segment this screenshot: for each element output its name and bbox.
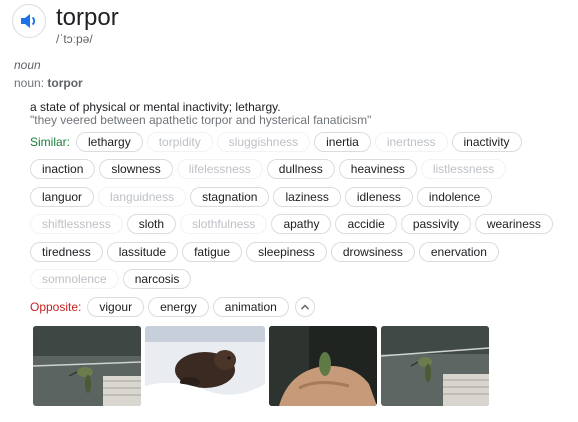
synonym-chip[interactable]: laziness [273, 186, 341, 207]
hummingbird-image-1[interactable] [33, 326, 141, 406]
synonym-chip[interactable]: languor [30, 186, 95, 207]
opposite-label: Opposite: [30, 299, 82, 314]
synonym-chip[interactable]: indolence [416, 186, 493, 207]
synonym-chip[interactable]: passivity [400, 214, 471, 235]
synonym-chip[interactable]: weariness [474, 214, 553, 235]
speaker-icon [21, 14, 36, 28]
part-of-speech-line: noun: torpor [14, 76, 83, 90]
synonym-chip[interactable]: heaviness [338, 159, 417, 180]
synonym-chip[interactable]: drowsiness [330, 241, 415, 262]
similar-label: Similar: [30, 134, 71, 149]
image-strip [33, 326, 493, 406]
synonym-chip[interactable]: inactivity [451, 131, 522, 152]
antonym-row: Opposite: vigour energy animation [30, 293, 570, 321]
antonym-chip[interactable]: vigour [87, 296, 145, 317]
synonym-chip[interactable]: lassitude [106, 241, 179, 262]
synonym-row: Similar: lethargy torpidity sluggishness ine… [30, 128, 570, 156]
part-of-speech: noun [14, 58, 41, 72]
pos-word: torpor [47, 76, 83, 90]
chevron-up-icon [300, 304, 309, 310]
synonym-chip[interactable]: somnolence [30, 269, 119, 290]
synonym-chip[interactable]: fatigue [182, 241, 243, 262]
synonym-chip[interactable]: lethargy [76, 131, 143, 152]
synonym-chip[interactable]: enervation [418, 241, 499, 262]
synonym-chip[interactable]: inaction [30, 159, 96, 180]
pronounce-button[interactable] [12, 4, 46, 38]
synonym-chip[interactable]: shiftlessness [30, 214, 123, 235]
pos-prefix: noun: [14, 76, 45, 90]
synonym-row: inaction slowness lifelessness dullness heav… [30, 156, 570, 184]
synonym-chip[interactable]: tiredness [30, 241, 103, 262]
synonym-row: somnolence narcosis [30, 266, 570, 294]
synonym-chip[interactable]: apathy [271, 214, 332, 235]
synonym-chip[interactable]: sluggishness [216, 131, 311, 152]
antonym-chip[interactable]: energy [148, 296, 209, 317]
synonym-chip[interactable]: listlessness [420, 159, 507, 180]
synonym-row: tiredness lassitude fatigue sleepiness drows… [30, 238, 570, 266]
hummingbird-image-2[interactable] [381, 326, 489, 406]
synonym-row: shiftlessness sloth slothfulness apathy acci… [30, 211, 570, 239]
synonym-chip[interactable]: narcosis [122, 269, 192, 290]
synonym-chip[interactable]: slothfulness [180, 214, 268, 235]
collapse-button[interactable] [294, 296, 315, 317]
synonym-chip[interactable]: slowness [99, 159, 173, 180]
example-sentence: "they veered between apathetic torpor an… [30, 113, 372, 127]
synonym-row: languor languidness stagnation laziness idle… [30, 183, 570, 211]
synonym-chip[interactable]: inertia [314, 131, 371, 152]
headword: torpor [56, 4, 119, 31]
synonym-chip[interactable]: sloth [126, 214, 177, 235]
hummingbird-in-hand-image[interactable] [269, 326, 377, 406]
synonym-chip[interactable]: lifelessness [176, 159, 263, 180]
synonym-chip[interactable]: torpidity [146, 131, 213, 152]
synonym-chip[interactable]: languidness [98, 186, 187, 207]
synonym-chip[interactable]: inertness [374, 131, 448, 152]
synonyms-block: Similar: lethargy torpidity sluggishness ine… [30, 128, 570, 321]
synonym-chip[interactable]: idleness [344, 186, 413, 207]
synonym-chip[interactable]: sleepiness [246, 241, 327, 262]
word-header: torpor /ˈtɔːpə/ [12, 4, 119, 46]
definition: a state of physical or mental inactivity… [30, 100, 281, 114]
phonetic: /ˈtɔːpə/ [56, 32, 93, 46]
animal-in-snow-image[interactable] [145, 326, 265, 406]
antonym-chip[interactable]: animation [212, 296, 289, 317]
synonym-chip[interactable]: dullness [266, 159, 335, 180]
synonym-chip[interactable]: accidie [335, 214, 397, 235]
synonym-chip[interactable]: stagnation [190, 186, 270, 207]
